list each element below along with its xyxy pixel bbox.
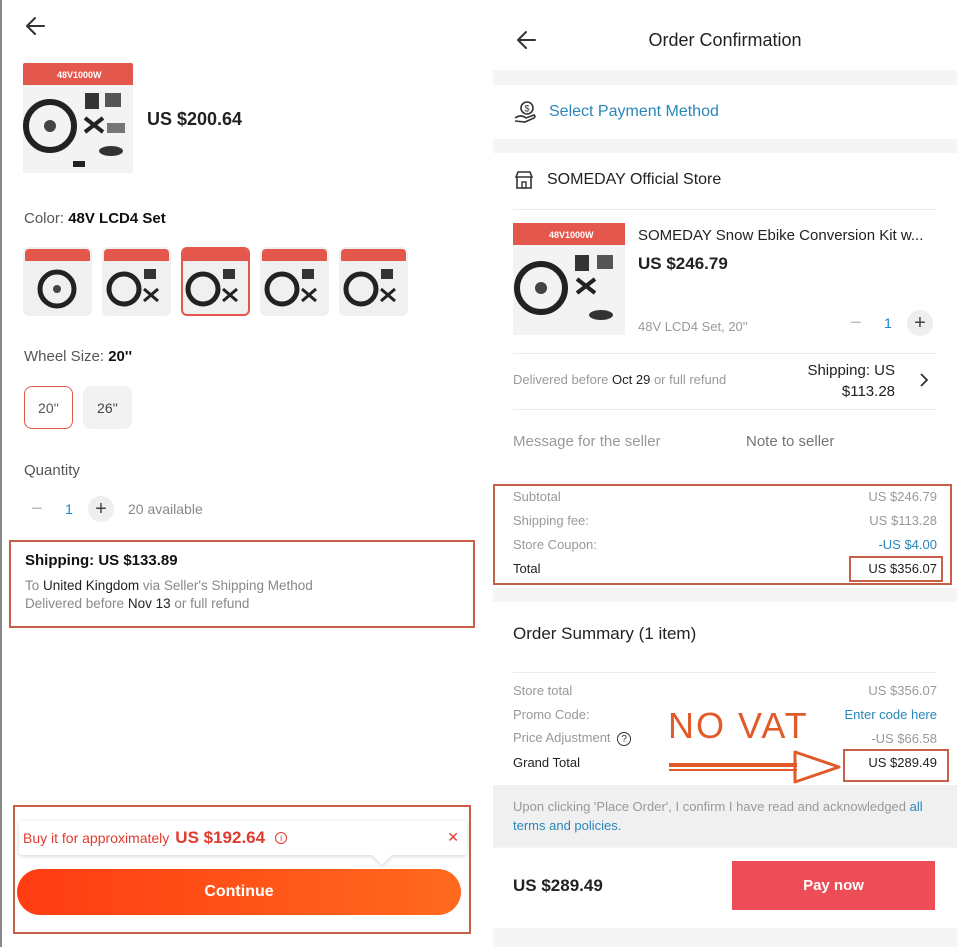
payment-method-row[interactable]: $ Select Payment Method (493, 85, 957, 139)
quantity-value[interactable]: 1 (869, 315, 907, 331)
delivered-prefix: Delivered before (513, 372, 609, 387)
minus-icon[interactable]: − (843, 310, 869, 336)
quantity-stepper: − 1 + (843, 310, 933, 336)
annotation-arrow-icon (669, 750, 841, 784)
color-swatch[interactable] (23, 247, 92, 316)
size-option-20[interactable]: 20'' (24, 386, 73, 429)
product-thumbnail: 48V1000W (23, 63, 133, 173)
header: Order Confirmation (493, 0, 957, 70)
annotation-box-total-value (849, 556, 943, 582)
banner-text: 48V1000W (57, 70, 102, 80)
continue-button[interactable]: Continue (17, 869, 461, 915)
delivered-prefix: Delivered before (25, 596, 125, 611)
terms-text: Upon clicking 'Place Order', I confirm I… (513, 799, 907, 814)
delivered-suffix: or full refund (174, 596, 250, 611)
product-variant: 48V LCD4 Set, 20'' (638, 319, 748, 334)
enter-code-link[interactable]: Enter code here (844, 707, 937, 722)
price-adjustment-label-wrap: Price Adjustment ? (513, 729, 632, 747)
close-icon[interactable]: ✕ (447, 829, 459, 846)
delivered-date: Oct 29 (612, 372, 651, 387)
delivery-estimate: Delivered before Oct 29 or full refund (513, 372, 726, 387)
order-product-thumbnail[interactable]: 48V1000W (513, 223, 625, 335)
store-total-value: US $356.07 (868, 682, 937, 698)
quantity-stepper: − 1 + 20 available (24, 496, 203, 522)
terms-notice: Upon clicking 'Place Order', I confirm I… (493, 785, 957, 847)
quantity-value[interactable]: 1 (50, 501, 88, 517)
wheel-size-value: 20'' (108, 348, 133, 365)
buy-action-box: Buy it for approximately US $192.64 i ✕ … (13, 805, 471, 934)
price-adjustment-value: -US $66.58 (871, 730, 937, 746)
minus-icon[interactable]: − (24, 496, 50, 522)
product-price: US $246.79 (638, 254, 728, 273)
delivered-suffix: or full refund (653, 372, 727, 387)
store-icon (514, 171, 534, 189)
product-price: US $200.64 (147, 109, 243, 129)
product-title[interactable]: SOMEDAY Snow Ebike Conversion Kit w... (638, 227, 943, 244)
wheel-size-row: Wheel Size: 20'' (24, 348, 132, 365)
color-label-row: Color: 48V LCD4 Set (24, 210, 166, 227)
quantity-label: Quantity (24, 462, 80, 479)
ship-via: via Seller's Shipping Method (142, 578, 313, 593)
color-swatches (23, 247, 408, 316)
info-icon[interactable]: i (275, 832, 288, 844)
product-options-panel: 48V1000W US $200.64 Color: 48V LCD4 Set (0, 0, 480, 947)
checkout-total: US $289.49 (513, 876, 603, 895)
wheel-size-options: 20'' 26'' (24, 386, 132, 429)
shipping-title: Shipping: US $133.89 (25, 552, 178, 569)
shipping-details: To United Kingdom via Seller's Shipping … (25, 577, 459, 613)
shipping-line1: Shipping: US (807, 362, 895, 379)
annotation-box-grand-total (843, 749, 949, 782)
plus-icon[interactable]: + (907, 310, 933, 336)
divider (513, 409, 937, 410)
ebike-kit-image: 48V1000W (23, 63, 133, 167)
chevron-right-icon[interactable] (917, 371, 931, 389)
divider (513, 209, 937, 210)
color-swatch[interactable] (102, 247, 171, 316)
help-icon[interactable]: ? (617, 732, 632, 747)
page-title: Order Confirmation (648, 30, 802, 50)
ship-to-prefix: To (25, 578, 40, 593)
shipping-cost[interactable]: Shipping: US $113.28 (793, 360, 895, 402)
wheel-size-label: Wheel Size: (24, 348, 105, 365)
note-to-seller-input[interactable] (746, 433, 926, 450)
ship-to-country: United Kingdom (43, 578, 140, 593)
size-option-26[interactable]: 26'' (83, 386, 132, 429)
store-total-row: Store total US $356.07 (513, 678, 937, 702)
back-arrow-icon[interactable] (22, 12, 50, 40)
checkout-bar: US $289.49 Pay now (493, 848, 957, 928)
store-row[interactable]: SOMEDAY Official Store (513, 169, 721, 191)
approx-text: Buy it for approximately (23, 830, 170, 846)
color-swatch-selected[interactable] (181, 247, 250, 316)
svg-text:$: $ (525, 104, 530, 114)
promo-code-label: Promo Code: (513, 706, 590, 722)
ebike-kit-image: 48V1000W (513, 223, 625, 320)
grand-total-label: Grand Total (513, 754, 580, 770)
screenshot-root: 48V1000W US $200.64 Color: 48V LCD4 Set (0, 0, 960, 947)
store-order-card: SOMEDAY Official Store 48V1000W SOMEDAY … (493, 153, 957, 473)
message-label: Message for the seller (513, 433, 661, 450)
delivered-date: Nov 13 (127, 596, 171, 611)
annotation-text: NO VAT (668, 705, 809, 746)
order-confirmation-panel: Order Confirmation $ Select Payment Meth… (493, 0, 957, 947)
banner-text: 48V1000W (549, 230, 594, 240)
pay-now-button[interactable]: Pay now (732, 861, 935, 910)
available-count: 20 available (128, 501, 203, 517)
shipping-line2: $113.28 (841, 383, 895, 400)
store-total-label: Store total (513, 682, 573, 698)
approx-price-tooltip: Buy it for approximately US $192.64 i ✕ (19, 821, 467, 855)
order-summary-title: Order Summary (1 item) (513, 624, 697, 643)
approx-price: US $192.64 (175, 828, 266, 847)
shipping-info-box[interactable]: Shipping: US $133.89 To United Kingdom v… (9, 540, 475, 628)
select-payment-method[interactable]: Select Payment Method (549, 103, 719, 121)
color-value: 48V LCD4 Set (68, 210, 166, 227)
plus-icon[interactable]: + (88, 496, 114, 522)
divider (513, 353, 937, 354)
price-adjustment-label: Price Adjustment (513, 729, 611, 745)
store-name[interactable]: SOMEDAY Official Store (547, 171, 721, 189)
color-swatch[interactable] (260, 247, 329, 316)
divider (513, 672, 937, 673)
payment-hand-coin-icon: $ (514, 101, 536, 123)
color-swatch[interactable] (339, 247, 408, 316)
color-label: Color: (24, 210, 65, 227)
